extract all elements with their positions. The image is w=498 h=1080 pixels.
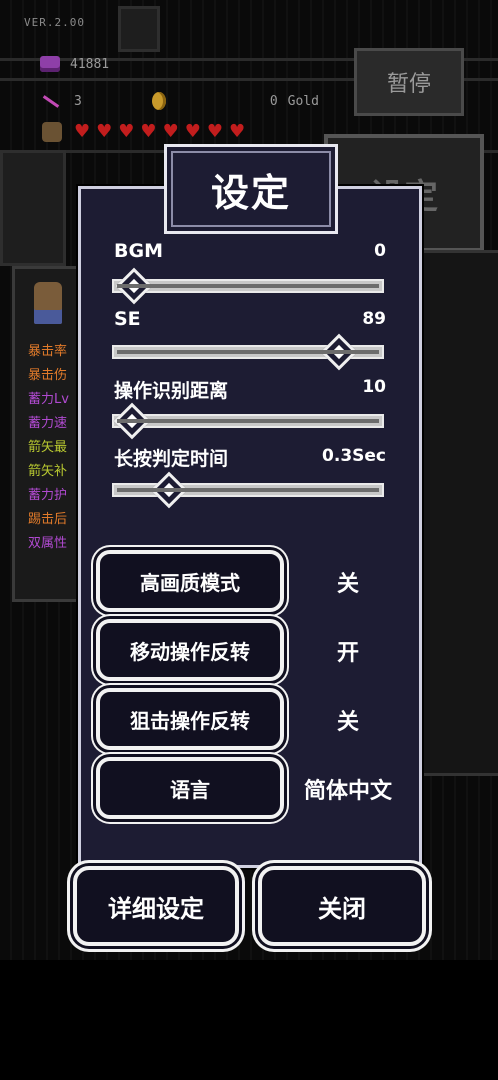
gem-icon — [40, 56, 60, 72]
pause-button[interactable]: 暂停 — [354, 48, 464, 116]
gold-label: Gold — [287, 93, 319, 109]
bgm-value: 0 — [374, 241, 386, 261]
gem-counter: 41881 — [40, 56, 109, 72]
bgm-slider[interactable] — [112, 267, 384, 305]
stat-label: 暴击率 — [28, 344, 68, 359]
stat-label: 蓄力Lv — [28, 392, 69, 407]
detail-settings-button[interactable]: 详细设定 — [73, 866, 239, 946]
touch-distance-slider[interactable] — [112, 402, 384, 440]
gold-amount: 0 — [269, 93, 278, 109]
stat-label: 踢击后 — [28, 512, 68, 527]
heart-icon: ♥ — [206, 121, 223, 142]
heart-icon: ♥ — [74, 121, 91, 142]
heart-icon: ♥ — [96, 121, 113, 142]
version-label: VER.2.00 — [24, 16, 85, 29]
long-press-value: 0.3Sec — [322, 446, 386, 466]
se-slider[interactable] — [112, 333, 384, 371]
stat-label: 蓄力护 — [28, 488, 68, 503]
arrow-icon — [40, 93, 64, 109]
se-label: SE — [114, 308, 141, 330]
resource-row: 3 0 Gold — [40, 92, 319, 110]
aim-invert-state: 关 — [336, 710, 359, 735]
long-press-slider[interactable] — [112, 471, 384, 509]
gem-count: 41881 — [70, 56, 110, 72]
language-button[interactable]: 语言 — [96, 757, 284, 819]
dialog-title-box: 设定 — [164, 144, 338, 234]
se-value: 89 — [362, 309, 386, 329]
bgm-label: BGM — [114, 240, 163, 262]
move-invert-state: 开 — [336, 641, 359, 666]
heart-icon: ♥ — [140, 121, 157, 142]
heart-icon: ♥ — [162, 121, 179, 142]
stat-label: 箭矢补 — [28, 464, 68, 479]
background-block — [0, 150, 66, 266]
gold-coin-icon — [151, 92, 166, 110]
aim-invert-button[interactable]: 狙击操作反转 — [96, 688, 284, 750]
touch-distance-value: 10 — [362, 377, 386, 397]
heart-icon: ♥ — [184, 121, 201, 142]
move-invert-button[interactable]: 移动操作反转 — [96, 619, 284, 681]
arrow-count: 3 — [74, 93, 82, 109]
stat-label: 暴击伤 — [28, 368, 68, 383]
background-block — [118, 6, 160, 52]
background-stat-list: 暴击率暴击伤蓄力Lv 蓄力速箭矢最箭矢补蓄力护踢击后双属性 — [28, 340, 69, 556]
long-press-label: 长按判定时间 — [114, 448, 229, 470]
language-state: 简体中文 — [303, 779, 392, 804]
character-avatar — [34, 282, 62, 324]
stat-label: 双属性 — [28, 536, 68, 551]
background-panel-right — [410, 250, 498, 776]
heart-icon: ♥ — [228, 121, 246, 142]
heart-icon: ♥ — [118, 121, 135, 142]
touch-distance-label: 操作识别距离 — [114, 380, 229, 402]
health-hearts: ♥ ♥ ♥ ♥ ♥ ♥ ♥ ♥ — [42, 122, 245, 142]
stat-label: 蓄力速 — [28, 416, 68, 431]
high-quality-mode-state: 关 — [336, 572, 359, 597]
close-button[interactable]: 关闭 — [258, 866, 426, 946]
dialog-title: 设定 — [210, 170, 291, 215]
player-portrait-icon — [42, 122, 62, 142]
high-quality-mode-button[interactable]: 高画质模式 — [96, 550, 284, 612]
stat-label: 箭矢最 — [28, 440, 68, 455]
